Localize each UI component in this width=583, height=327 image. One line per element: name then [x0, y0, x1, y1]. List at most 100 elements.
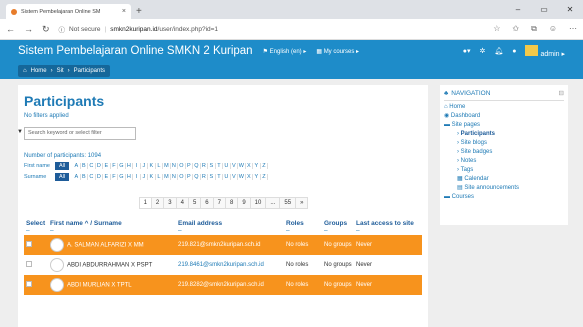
surname-letter-y[interactable]: Y [253, 174, 261, 180]
surname-letter-u[interactable]: U [223, 174, 231, 180]
surname-letter-w[interactable]: W [238, 174, 246, 180]
language-menu[interactable]: ⚑ English (en) ▸ [263, 48, 307, 55]
nav-home[interactable]: ⌂ Home [444, 103, 564, 112]
first-name-letter-h[interactable]: H [126, 163, 134, 169]
back-icon[interactable]: ← [6, 24, 15, 34]
collapse-icon[interactable]: ⊟ [559, 89, 564, 97]
site-brand[interactable]: Sistem Pembelajaran Online SMKN 2 Kuripa… [18, 45, 253, 57]
first-name-letter-t[interactable]: T [216, 163, 224, 169]
col-last-access[interactable]: Last access to site – [354, 219, 422, 235]
select-checkbox[interactable] [26, 281, 32, 287]
user-name[interactable]: A. SALMAN ALFARIZI X MM [67, 243, 144, 249]
nav-notes[interactable]: › Notes [444, 157, 564, 166]
page-link-10[interactable]: 10 [249, 197, 267, 209]
surname-letter-p[interactable]: P [186, 174, 194, 180]
first-name-letter-z[interactable]: Z [261, 163, 269, 169]
page-link-7[interactable]: 7 [212, 197, 226, 209]
surname-letter-o[interactable]: O [178, 174, 186, 180]
page-link-11[interactable]: ... [265, 197, 281, 209]
surname-letter-k[interactable]: K [148, 174, 156, 180]
user-name[interactable]: ABDI MURLIAN X TPTL [67, 283, 132, 289]
breadcrumb-home[interactable]: Home [31, 68, 47, 74]
table-row[interactable]: A. SALMAN ALFARIZI X MM 219.821@smkn2kuri… [24, 235, 422, 255]
first-name-letter-u[interactable]: U [223, 163, 231, 169]
nav-site-badges[interactable]: › Site badges [444, 148, 564, 157]
nav-participants[interactable]: › Participants [444, 130, 564, 139]
first-name-letter-e[interactable]: E [103, 163, 111, 169]
first-name-letter-m[interactable]: M [163, 163, 171, 169]
first-name-letter-d[interactable]: D [96, 163, 104, 169]
first-name-letter-w[interactable]: W [238, 163, 246, 169]
message-icon[interactable]: ● [512, 48, 516, 55]
new-tab-button[interactable]: + [136, 6, 142, 17]
breadcrumb-sit[interactable]: Sit [57, 68, 64, 74]
surname-letter-b[interactable]: B [81, 174, 89, 180]
page-link-2[interactable]: 2 [150, 197, 165, 209]
surname-letter-e[interactable]: E [103, 174, 111, 180]
surname-letter-c[interactable]: C [88, 174, 96, 180]
first-name-letter-x[interactable]: X [246, 163, 254, 169]
refresh-icon[interactable]: ↻ [42, 24, 50, 35]
col-name[interactable]: First name ^ / Surname – [48, 219, 176, 235]
page-link-13[interactable]: » [295, 197, 309, 209]
first-name-letter-l[interactable]: L [156, 163, 164, 169]
first-name-letter-j[interactable]: J [141, 163, 149, 169]
surname-letter-r[interactable]: R [201, 174, 209, 180]
page-link-9[interactable]: 9 [237, 197, 251, 209]
page-link-3[interactable]: 3 [163, 197, 177, 209]
close-window-button[interactable]: ✕ [557, 0, 583, 19]
surname-letter-g[interactable]: G [118, 174, 126, 180]
nav-site-announcements[interactable]: ▤ Site announcements [444, 184, 564, 193]
select-checkbox[interactable] [26, 241, 32, 247]
my-courses-menu[interactable]: ▦ My courses ▸ [316, 48, 359, 55]
surname-all[interactable]: All [55, 173, 70, 181]
first-name-letter-k[interactable]: K [148, 163, 156, 169]
first-name-all[interactable]: All [55, 162, 70, 170]
favorites-icon[interactable]: ✩ [512, 24, 519, 34]
first-name-letter-r[interactable]: R [201, 163, 209, 169]
user-menu[interactable]: admin ▸ [525, 44, 565, 58]
search-filter-input[interactable]: Search keyword or select filter [17, 127, 136, 140]
first-name-letter-n[interactable]: N [171, 163, 179, 169]
more-icon[interactable]: ⋯ [569, 24, 577, 34]
first-name-letter-c[interactable]: C [88, 163, 96, 169]
nav-site-pages[interactable]: ▬ Site pages [444, 121, 564, 130]
browser-tab[interactable]: Sistem Pembelajaran Online SM × [6, 4, 131, 19]
surname-letter-h[interactable]: H [126, 174, 134, 180]
table-row[interactable]: ABDI ABDURRAHMAN X PSPT 219.8461@smkn2kur… [24, 255, 422, 275]
first-name-letter-p[interactable]: P [186, 163, 194, 169]
minimize-button[interactable]: – [505, 0, 531, 19]
nav-dashboard[interactable]: ◉ Dashboard [444, 112, 564, 121]
page-link-8[interactable]: 8 [224, 197, 239, 209]
surname-letter-v[interactable]: V [231, 174, 239, 180]
surname-letter-l[interactable]: L [156, 174, 164, 180]
surname-letter-s[interactable]: S [208, 174, 216, 180]
first-name-letter-a[interactable]: A [73, 163, 81, 169]
nav-site-blogs[interactable]: › Site blogs [444, 139, 564, 148]
nav-courses[interactable]: ▬ Courses [444, 193, 564, 202]
page-link-12[interactable]: 55 [279, 197, 297, 209]
first-name-letter-q[interactable]: Q [193, 163, 201, 169]
user-name[interactable]: ABDI ABDURRAHMAN X PSPT [67, 263, 152, 269]
surname-letter-q[interactable]: Q [193, 174, 201, 180]
first-name-letter-g[interactable]: G [118, 163, 126, 169]
first-name-letter-y[interactable]: Y [253, 163, 261, 169]
breadcrumb-participants[interactable]: Participants [74, 68, 105, 74]
surname-letter-d[interactable]: D [96, 174, 104, 180]
first-name-letter-s[interactable]: S [208, 163, 216, 169]
select-checkbox[interactable] [26, 261, 32, 267]
first-name-letter-b[interactable]: B [81, 163, 89, 169]
col-email[interactable]: Email address – [176, 219, 284, 235]
forward-icon[interactable]: → [24, 24, 33, 34]
surname-letter-m[interactable]: M [163, 174, 171, 180]
star-icon[interactable]: ☆ [493, 24, 500, 34]
tab-close-icon[interactable]: × [122, 8, 126, 15]
gear-icon[interactable]: ●▾ [463, 47, 471, 55]
surname-letter-n[interactable]: N [171, 174, 179, 180]
bell-icon[interactable]: 🔔︎ [494, 47, 503, 55]
page-link-1[interactable]: 1 [138, 197, 152, 209]
collections-icon[interactable]: ⧉ [531, 24, 537, 34]
surname-letter-x[interactable]: X [246, 174, 254, 180]
page-link-4[interactable]: 4 [175, 197, 189, 209]
url-field[interactable]: ⓘ Not secure | smkn2kuripan.id/user/inde… [59, 24, 485, 35]
